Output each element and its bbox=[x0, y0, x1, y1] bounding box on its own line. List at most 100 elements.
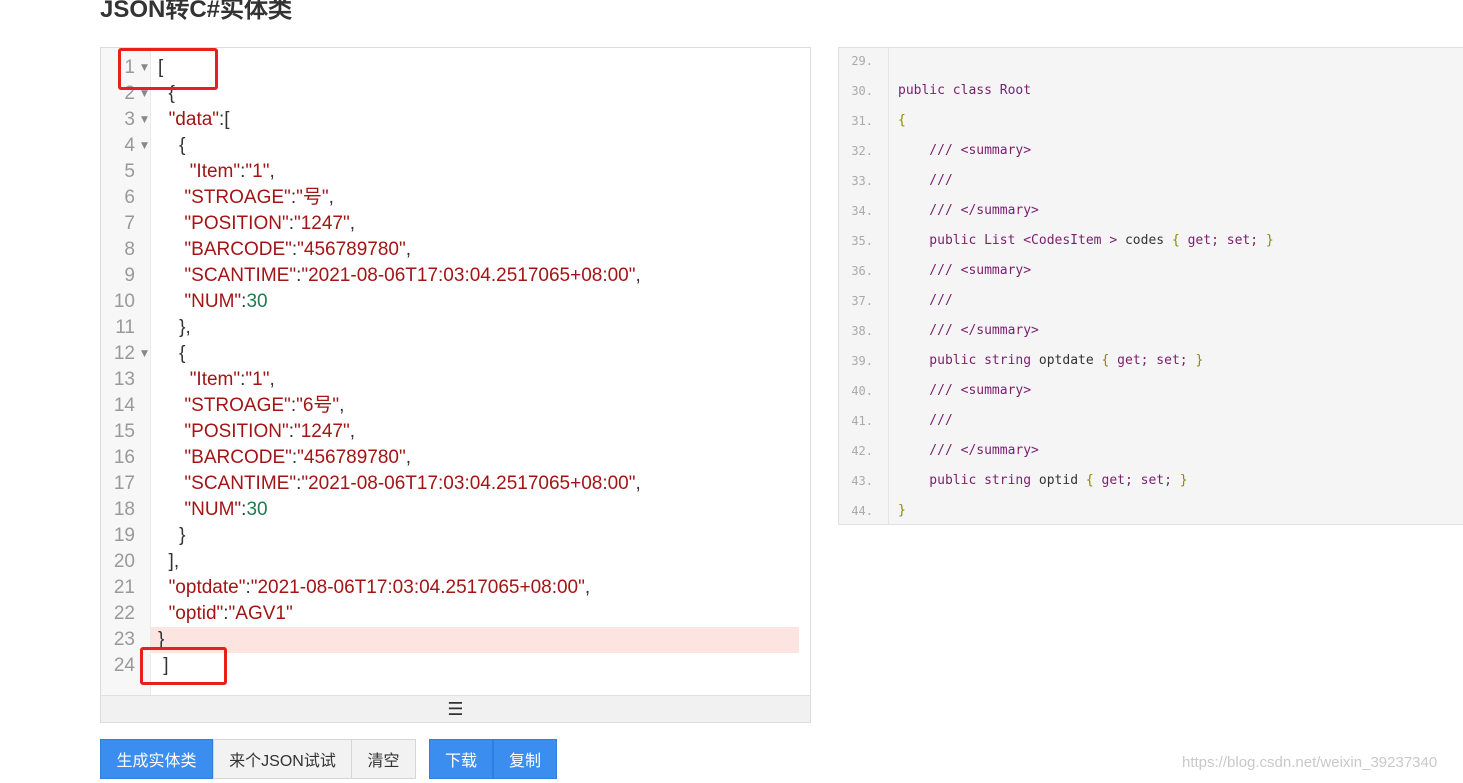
code-token: "456789780" bbox=[297, 239, 406, 260]
output-line: 39. public string optdate { get; set; } bbox=[839, 346, 1463, 376]
code-line[interactable]: 20 ], bbox=[101, 549, 810, 575]
code-text: "Item":"1", bbox=[158, 159, 275, 185]
code-token: "2021-08-06T17:03:04.2517065+08:00" bbox=[301, 473, 636, 494]
output-line-number: 43. bbox=[851, 474, 873, 488]
code-token: , bbox=[349, 213, 356, 234]
code-token: optid bbox=[1038, 473, 1086, 488]
code-token: "1" bbox=[245, 369, 270, 390]
json-editor[interactable]: 1 ▼[2 ▼ {3 ▼ "data":[4 ▼ {5 "Item":"1", 6 "ST… bbox=[100, 47, 811, 723]
line-number: 21 bbox=[113, 577, 135, 598]
code-area[interactable]: 1 ▼[2 ▼ {3 ▼ "data":[4 ▼ {5 "Item":"1", 6 "ST… bbox=[101, 55, 810, 679]
code-token: "AGV1" bbox=[228, 603, 293, 624]
code-token: 30 bbox=[246, 499, 268, 520]
output-line: 35. public List <CodesItem > codes { get… bbox=[839, 226, 1463, 256]
output-code-text: public class Root bbox=[898, 76, 1031, 106]
output-code-text: /// </summary> bbox=[898, 316, 1039, 346]
code-line[interactable]: 10 "NUM":30 bbox=[101, 289, 810, 315]
output-line-number: 40. bbox=[851, 384, 873, 398]
fold-arrow-icon[interactable]: ▼ bbox=[141, 133, 148, 159]
code-text: "NUM":30 bbox=[158, 289, 267, 315]
code-token: "2021-08-06T17:03:04.2517065+08:00" bbox=[250, 577, 585, 598]
code-token: { bbox=[1101, 353, 1118, 368]
generate-class-button[interactable]: 生成实体类 bbox=[100, 739, 213, 779]
code-token: } bbox=[1195, 353, 1204, 368]
code-text: "POSITION":"1247", bbox=[158, 211, 355, 237]
hamburger-icon[interactable]: ☰ bbox=[447, 699, 463, 720]
code-line[interactable]: 21 "optdate":"2021-08-06T17:03:04.251706… bbox=[101, 575, 810, 601]
code-token: public string bbox=[898, 353, 1039, 368]
code-token: "号" bbox=[296, 187, 329, 208]
code-token: "NUM" bbox=[184, 499, 242, 520]
line-number: 10 bbox=[113, 291, 135, 312]
line-number: 13 bbox=[113, 369, 135, 390]
code-text: { bbox=[158, 341, 185, 367]
code-token: } bbox=[1179, 473, 1188, 488]
line-number: 8 bbox=[124, 239, 135, 260]
code-token: { bbox=[158, 343, 186, 364]
output-line-number: 39. bbox=[851, 354, 873, 368]
code-line[interactable]: 22 "optid":"AGV1" bbox=[101, 601, 810, 627]
code-token: "6号" bbox=[296, 395, 340, 416]
output-code-text: public List <CodesItem > codes { get; se… bbox=[898, 226, 1273, 256]
clear-button[interactable]: 清空 bbox=[351, 739, 416, 779]
output-line: 30. public class Root bbox=[839, 76, 1463, 106]
editor-resize-bar[interactable]: ☰ bbox=[101, 695, 810, 722]
output-code-text: /// <summary> bbox=[898, 136, 1031, 166]
code-line[interactable]: 5 "Item":"1", bbox=[101, 159, 810, 185]
output-line: 44.} bbox=[839, 496, 1463, 524]
output-line-number: 35. bbox=[851, 234, 873, 248]
code-line[interactable]: 14 "STROAGE":"6号", bbox=[101, 393, 810, 419]
code-line[interactable]: 6 "STROAGE":"号", bbox=[101, 185, 810, 211]
code-token: "SCANTIME" bbox=[184, 265, 297, 286]
code-token: /// </summary> bbox=[898, 443, 1039, 458]
code-line[interactable]: 8 "BARCODE":"456789780", bbox=[101, 237, 810, 263]
code-line[interactable]: 16 "BARCODE":"456789780", bbox=[101, 445, 810, 471]
download-button[interactable]: 下载 bbox=[429, 739, 493, 779]
code-line[interactable]: 11 }, bbox=[101, 315, 810, 341]
line-number: 18 bbox=[113, 499, 135, 520]
code-line[interactable]: 13 "Item":"1", bbox=[101, 367, 810, 393]
code-token: /// bbox=[898, 293, 953, 308]
code-token: /// <summary> bbox=[898, 143, 1032, 158]
code-line[interactable]: 4 ▼ { bbox=[101, 133, 810, 159]
output-line: 40. /// <summary> bbox=[839, 376, 1463, 406]
output-line-number: 29. bbox=[851, 54, 873, 68]
code-line[interactable]: 17 "SCANTIME":"2021-08-06T17:03:04.25170… bbox=[101, 471, 810, 497]
code-line[interactable]: 9 "SCANTIME":"2021-08-06T17:03:04.251706… bbox=[101, 263, 810, 289]
code-line[interactable]: 7 "POSITION":"1247", bbox=[101, 211, 810, 237]
output-line: 38. /// </summary> bbox=[839, 316, 1463, 346]
line-number: 24 bbox=[113, 655, 135, 676]
code-line[interactable]: 15 "POSITION":"1247", bbox=[101, 419, 810, 445]
watermark: https://blog.csdn.net/weixin_39237340 bbox=[1182, 754, 1438, 771]
code-token: "optdate" bbox=[168, 577, 246, 598]
code-text: "STROAGE":"号", bbox=[158, 185, 333, 211]
output-line-number: 34. bbox=[851, 204, 873, 218]
code-token: "optid" bbox=[168, 603, 224, 624]
code-line[interactable]: 18 "NUM":30 bbox=[101, 497, 810, 523]
code-token: ], bbox=[158, 551, 180, 572]
copy-button[interactable]: 复制 bbox=[493, 739, 557, 779]
code-line[interactable]: 12 ▼ { bbox=[101, 341, 810, 367]
output-code-text: /// <summary> bbox=[898, 376, 1031, 406]
fold-arrow-icon[interactable]: ▼ bbox=[141, 341, 148, 367]
output-line: 36. /// <summary> bbox=[839, 256, 1463, 286]
code-text: }, bbox=[158, 315, 191, 341]
output-code-text: public string optdate { get; set; } bbox=[898, 346, 1203, 376]
code-line[interactable]: 19 } bbox=[101, 523, 810, 549]
code-line[interactable]: 3 ▼ "data":[ bbox=[101, 107, 810, 133]
line-number: 3 bbox=[124, 109, 135, 130]
sample-json-button[interactable]: 来个JSON试试 bbox=[213, 739, 352, 779]
fold-arrow-icon[interactable]: ▼ bbox=[141, 107, 148, 133]
line-number: 11 bbox=[115, 317, 135, 338]
code-token: , bbox=[269, 369, 275, 390]
code-text: "POSITION":"1247", bbox=[158, 419, 355, 445]
code-token: /// bbox=[898, 413, 953, 428]
